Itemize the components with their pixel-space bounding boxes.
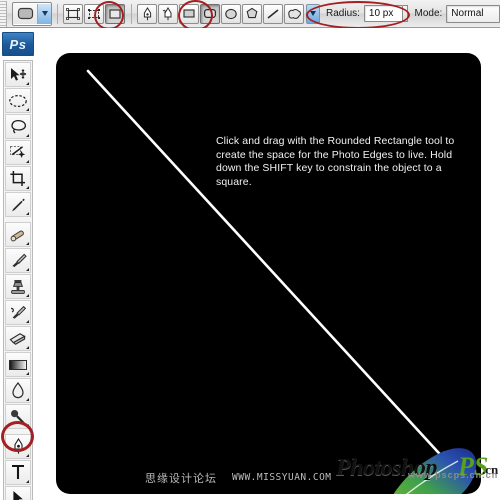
flyout-triangle-icon	[23, 398, 29, 401]
history-brush-tool[interactable]	[5, 300, 31, 325]
tool-preset-picker[interactable]	[12, 1, 52, 26]
flyout-triangle-icon	[23, 454, 29, 457]
rounded-rectangle-tool-button[interactable]	[200, 3, 220, 24]
flyout-triangle-icon	[23, 160, 29, 163]
mode-label: Mode:	[414, 8, 443, 19]
eraser-tool[interactable]	[5, 326, 31, 351]
crop-tool[interactable]	[5, 166, 31, 191]
flyout-triangle-icon	[23, 268, 29, 271]
flyout-triangle-icon	[23, 186, 29, 189]
line-tool-button[interactable]	[263, 3, 283, 24]
watermark-logo-url: www.pscps.cn.cn	[408, 470, 499, 480]
flyout-triangle-icon	[23, 480, 29, 483]
divider	[131, 3, 132, 24]
pen-tool[interactable]	[5, 434, 31, 459]
polygon-tool-button[interactable]	[242, 3, 262, 24]
flyout-triangle-icon	[23, 242, 29, 245]
shape-layers-button[interactable]	[63, 3, 83, 24]
ellipse-tool-button[interactable]	[221, 3, 241, 24]
custom-shape-tool-button[interactable]	[284, 3, 304, 24]
flyout-triangle-icon	[23, 346, 29, 349]
drag-direction-arrow	[86, 69, 456, 473]
tool-column	[3, 60, 33, 500]
photoshop-logo: Ps	[2, 32, 34, 56]
flyout-triangle-icon	[23, 372, 29, 375]
lasso-tool[interactable]	[5, 114, 31, 139]
radius-stepper[interactable]	[403, 5, 409, 22]
canvas-instruction-text: Click and drag with the Rounded Rectangl…	[216, 135, 455, 188]
options-bar: Radius: 10 px Mode: Normal	[0, 0, 500, 28]
blur-tool[interactable]	[5, 378, 31, 403]
shape-tool-button-group	[137, 3, 320, 24]
paths-button[interactable]	[84, 3, 104, 24]
rectangle-tool-button[interactable]	[179, 3, 199, 24]
brush-tool[interactable]	[5, 248, 31, 273]
freeform-pen-tool-button[interactable]	[158, 3, 178, 24]
divider	[57, 3, 58, 24]
slice-tool[interactable]	[5, 192, 31, 217]
elliptical-marquee-tool[interactable]	[5, 88, 31, 113]
image-canvas[interactable]: Click and drag with the Rounded Rectangl…	[56, 53, 481, 494]
radius-label: Radius:	[326, 8, 360, 19]
document-area: Click and drag with the Rounded Rectangl…	[38, 28, 500, 500]
move-tool[interactable]	[5, 62, 31, 87]
magic-wand-tool[interactable]	[5, 140, 31, 165]
pen-tool-button[interactable]	[137, 3, 157, 24]
mode-select[interactable]: Normal	[446, 4, 500, 23]
radius-input[interactable]: 10 px	[363, 5, 404, 22]
flyout-triangle-icon	[23, 108, 29, 111]
geometry-options-chevron-down-icon[interactable]	[306, 3, 320, 24]
watermark-forum-name: 思缘设计论坛	[145, 473, 217, 485]
clone-stamp-tool[interactable]	[5, 274, 31, 299]
photoshop-screenshot: Radius: 10 px Mode: Normal Pixels Rounde…	[0, 0, 500, 500]
horizontal-type-tool[interactable]	[5, 460, 31, 485]
dodge-tool[interactable]	[5, 404, 31, 429]
shape-mode-button-group	[63, 3, 126, 24]
flyout-triangle-icon	[23, 294, 29, 297]
chevron-down-icon[interactable]	[37, 3, 51, 24]
gradient-tool[interactable]	[5, 352, 31, 377]
flyout-triangle-icon	[23, 134, 29, 137]
fill-pixels-button[interactable]	[105, 3, 125, 24]
flyout-triangle-icon	[23, 424, 29, 427]
watermark-forum-url: WWW.MISSYUAN.COM	[232, 472, 332, 483]
path-selection-tool[interactable]	[5, 486, 31, 500]
flyout-triangle-icon	[23, 212, 29, 215]
flyout-triangle-icon	[23, 320, 29, 323]
rounded-rectangle-tool-icon	[13, 3, 37, 24]
flyout-triangle-icon	[23, 82, 29, 85]
options-bar-grip[interactable]	[0, 0, 7, 27]
healing-brush-tool[interactable]	[5, 222, 31, 247]
tools-panel: Ps	[0, 28, 38, 500]
